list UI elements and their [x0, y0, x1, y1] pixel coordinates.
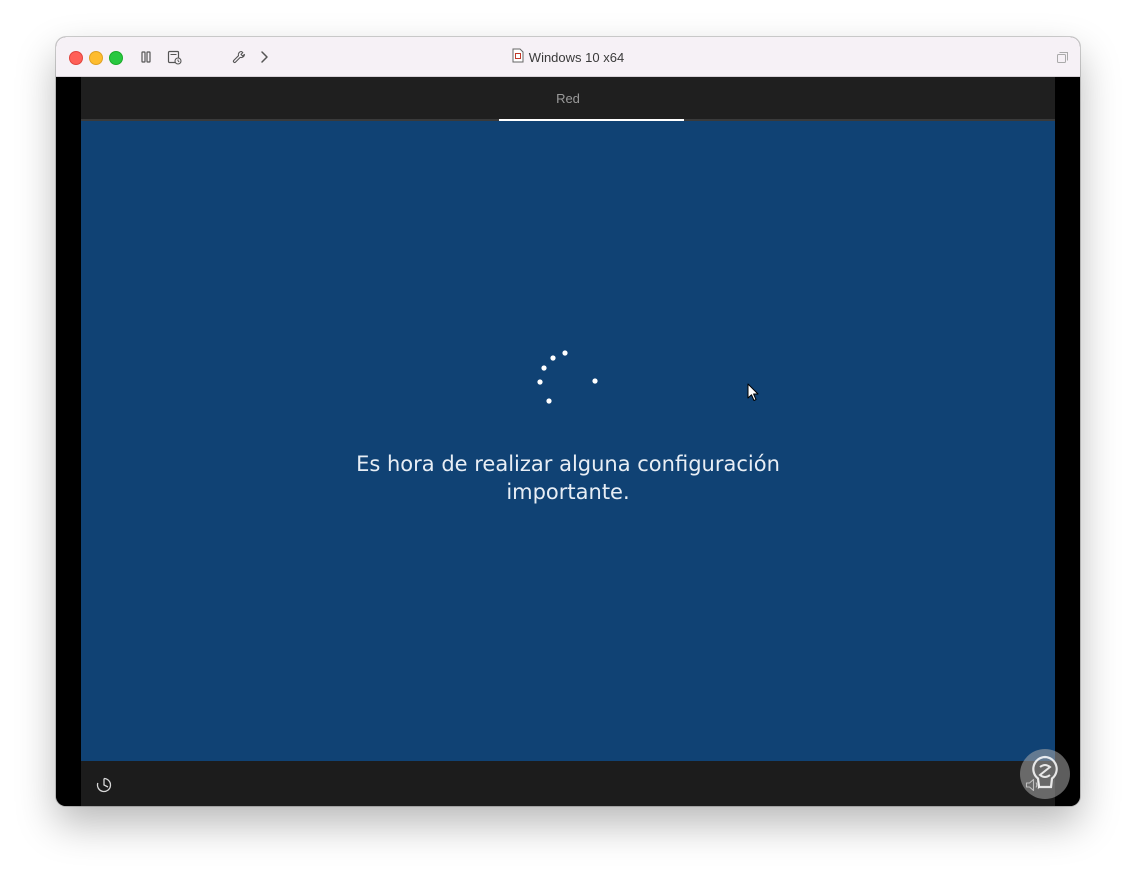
vm-display[interactable]: Red Es hora de realizar alguna configura…: [56, 77, 1080, 806]
watermark-logo: [1020, 749, 1070, 799]
ease-of-access-icon[interactable]: [95, 776, 113, 794]
window-titlebar: Windows 10 x64: [56, 37, 1080, 77]
setup-message-line1: Es hora de realizar alguna configuración: [356, 452, 780, 476]
fullscreen-icon[interactable]: [1053, 48, 1071, 66]
window-title: Windows 10 x64: [528, 49, 625, 65]
setup-message-line2: importante.: [506, 480, 630, 504]
mouse-pointer-icon: [747, 383, 760, 408]
vm-document-icon: [512, 48, 524, 66]
vm-window: Windows 10 x64 Red Es hora de realizar a…: [56, 37, 1080, 806]
window-title-group: Windows 10 x64: [56, 48, 1080, 66]
setup-bottom-bar: [81, 761, 1055, 806]
setup-top-bar: Red: [81, 77, 1055, 121]
loading-spinner-icon: [537, 350, 598, 404]
setup-content: Es hora de realizar alguna configuración…: [81, 121, 1055, 761]
setup-message: Es hora de realizar alguna configuración…: [268, 450, 868, 506]
tab-network: Red: [556, 91, 580, 106]
